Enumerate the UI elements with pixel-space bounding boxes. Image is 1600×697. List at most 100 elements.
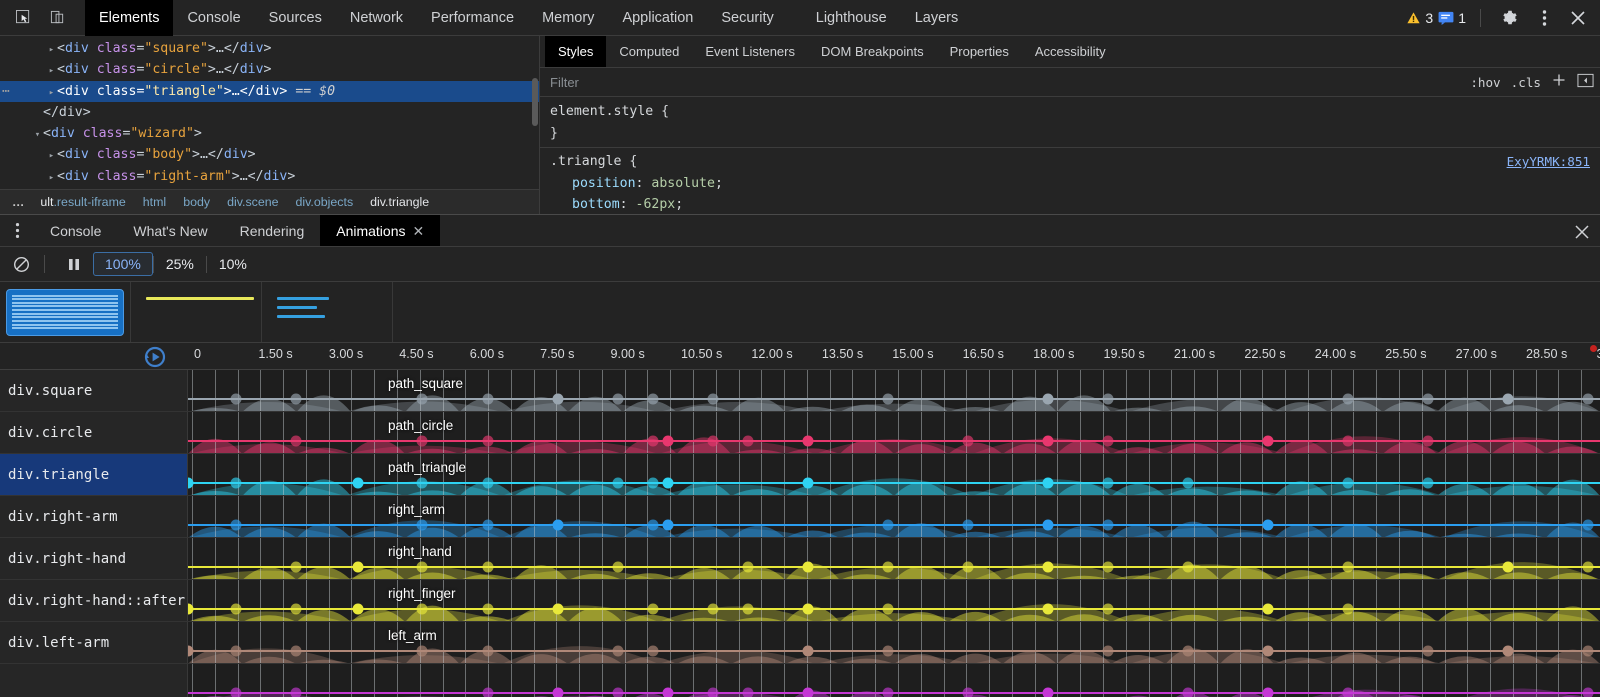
styles-tab-event-listeners[interactable]: Event Listeners bbox=[692, 36, 808, 67]
breadcrumb-item[interactable]: div.scene bbox=[219, 195, 286, 209]
expand-arrow-icon[interactable]: ▸ bbox=[46, 40, 57, 61]
keyframe-marker[interactable] bbox=[883, 604, 894, 615]
animation-track[interactable]: right_finger bbox=[188, 580, 1600, 621]
drawer-tab-what-s-new[interactable]: What's New bbox=[117, 215, 223, 246]
keyframe-marker[interactable] bbox=[663, 520, 674, 531]
keyframe-marker[interactable] bbox=[483, 436, 494, 447]
keyframe-marker[interactable] bbox=[648, 478, 659, 489]
keyframe-marker[interactable] bbox=[1423, 478, 1434, 489]
panel-tab-console[interactable]: Console bbox=[173, 0, 254, 36]
keyframe-marker[interactable] bbox=[743, 604, 754, 615]
keyframe-marker[interactable] bbox=[417, 562, 428, 573]
keyframe-marker[interactable] bbox=[963, 520, 974, 531]
keyframe-marker[interactable] bbox=[231, 688, 242, 697]
keyframe-marker[interactable] bbox=[803, 688, 814, 697]
keyframe-marker[interactable] bbox=[663, 436, 674, 447]
keyframe-marker[interactable] bbox=[291, 646, 302, 657]
keyframe-marker[interactable] bbox=[1043, 394, 1054, 405]
panel-tab-application[interactable]: Application bbox=[608, 0, 707, 36]
hov-toggle[interactable]: :hov bbox=[1470, 75, 1500, 90]
css-declaration[interactable]: position: absolute; bbox=[550, 173, 1592, 195]
keyframe-marker[interactable] bbox=[803, 436, 814, 447]
animation-element-label[interactable]: div.right-hand bbox=[0, 538, 188, 579]
drawer-tab-close-icon[interactable]: ✕ bbox=[413, 224, 425, 238]
styles-tab-styles[interactable]: Styles bbox=[545, 36, 606, 67]
cls-toggle[interactable]: .cls bbox=[1511, 75, 1541, 90]
keyframe-marker[interactable] bbox=[803, 478, 814, 489]
keyframe-marker[interactable] bbox=[1183, 478, 1194, 489]
css-selector[interactable]: .triangle { bbox=[550, 151, 1592, 173]
keyframe-marker[interactable] bbox=[803, 646, 814, 657]
keyframe-marker[interactable] bbox=[1343, 562, 1354, 573]
keyframe-marker[interactable] bbox=[1583, 562, 1594, 573]
keyframe-marker[interactable] bbox=[883, 562, 894, 573]
keyframe-marker[interactable] bbox=[1043, 688, 1054, 697]
keyframe-marker[interactable] bbox=[648, 520, 659, 531]
panel-tab-sources[interactable]: Sources bbox=[255, 0, 336, 36]
keyframe-marker[interactable] bbox=[708, 436, 719, 447]
keyframe-marker[interactable] bbox=[553, 394, 564, 405]
breadcrumb-item[interactable]: … bbox=[6, 195, 31, 209]
keyframe-marker[interactable] bbox=[613, 562, 624, 573]
keyframe-marker[interactable] bbox=[1103, 604, 1114, 615]
keyframe-marker[interactable] bbox=[743, 562, 754, 573]
animation-element-label[interactable] bbox=[0, 664, 188, 697]
keyframe-marker[interactable] bbox=[483, 394, 494, 405]
keyframe-marker[interactable] bbox=[1263, 604, 1274, 615]
css-declaration[interactable]: bottom: -62px; bbox=[550, 194, 1592, 214]
panel-tab-memory[interactable]: Memory bbox=[528, 0, 608, 36]
plus-icon[interactable] bbox=[1551, 72, 1567, 93]
animation-group-preview[interactable] bbox=[0, 282, 131, 342]
keyframe-marker[interactable] bbox=[1583, 688, 1594, 697]
timeline-ruler[interactable]: 01.50 s3.00 s4.50 s6.00 s7.50 s9.00 s10.… bbox=[188, 343, 1600, 370]
keyframe-marker[interactable] bbox=[1583, 520, 1594, 531]
keyframe-marker[interactable] bbox=[417, 520, 428, 531]
keyframe-marker[interactable] bbox=[963, 562, 974, 573]
animation-row[interactable] bbox=[0, 664, 1600, 697]
animation-element-label[interactable]: div.triangle bbox=[0, 454, 188, 495]
dom-tree[interactable]: ▸<div class="square">…</div>▸<div class=… bbox=[0, 36, 539, 189]
keyframe-marker[interactable] bbox=[1343, 436, 1354, 447]
keyframe-marker[interactable] bbox=[1503, 562, 1514, 573]
css-rules-list[interactable]: element.style {} .triangle {position: abs… bbox=[540, 97, 1600, 214]
animation-row[interactable]: div.left-armleft_arm bbox=[0, 622, 1600, 664]
keyframe-marker[interactable] bbox=[648, 436, 659, 447]
dom-node-row[interactable]: ▸<div class="body">…</div> bbox=[0, 144, 539, 165]
keyframe-marker[interactable] bbox=[648, 604, 659, 615]
keyframe-marker[interactable] bbox=[883, 394, 894, 405]
keyframe-marker[interactable] bbox=[883, 520, 894, 531]
keyframe-marker[interactable] bbox=[1343, 604, 1354, 615]
keyframe-marker[interactable] bbox=[291, 562, 302, 573]
pause-icon[interactable] bbox=[59, 250, 89, 278]
keyframe-marker[interactable] bbox=[663, 688, 674, 697]
keyframe-marker[interactable] bbox=[1043, 520, 1054, 531]
keyframe-marker[interactable] bbox=[1103, 394, 1114, 405]
keyframe-marker[interactable] bbox=[648, 646, 659, 657]
keyframe-marker[interactable] bbox=[883, 688, 894, 697]
keyframe-marker[interactable] bbox=[743, 688, 754, 697]
keyframe-marker[interactable] bbox=[613, 646, 624, 657]
keyframe-marker[interactable] bbox=[291, 604, 302, 615]
keyframe-marker[interactable] bbox=[1103, 562, 1114, 573]
dom-node-row[interactable]: ▸<div class="right-arm">…</div> bbox=[0, 166, 539, 187]
styles-filter-input[interactable] bbox=[540, 74, 1176, 91]
css-selector[interactable]: element.style { bbox=[550, 101, 1592, 123]
keyframe-marker[interactable] bbox=[231, 604, 242, 615]
css-rule[interactable]: element.style {} bbox=[540, 101, 1600, 144]
keyframe-marker[interactable] bbox=[291, 688, 302, 697]
playback-speed-10[interactable]: 10% bbox=[207, 252, 259, 276]
keyframe-marker[interactable] bbox=[353, 562, 364, 573]
keyframe-marker[interactable] bbox=[1183, 562, 1194, 573]
keyframe-marker[interactable] bbox=[1183, 646, 1194, 657]
keyframe-marker[interactable] bbox=[1263, 646, 1274, 657]
animation-track[interactable]: path_square bbox=[188, 370, 1600, 411]
keyframe-marker[interactable] bbox=[1103, 520, 1114, 531]
animation-track[interactable]: right_hand bbox=[188, 538, 1600, 579]
panel-toggle-icon[interactable] bbox=[1577, 72, 1594, 94]
keyframe-marker[interactable] bbox=[353, 604, 364, 615]
breadcrumb-item[interactable]: div.triangle bbox=[362, 195, 437, 209]
keyframe-marker[interactable] bbox=[417, 394, 428, 405]
keyframe-marker[interactable] bbox=[613, 688, 624, 697]
keyframe-marker[interactable] bbox=[483, 688, 494, 697]
dom-node-row[interactable]: </div> bbox=[0, 102, 539, 123]
